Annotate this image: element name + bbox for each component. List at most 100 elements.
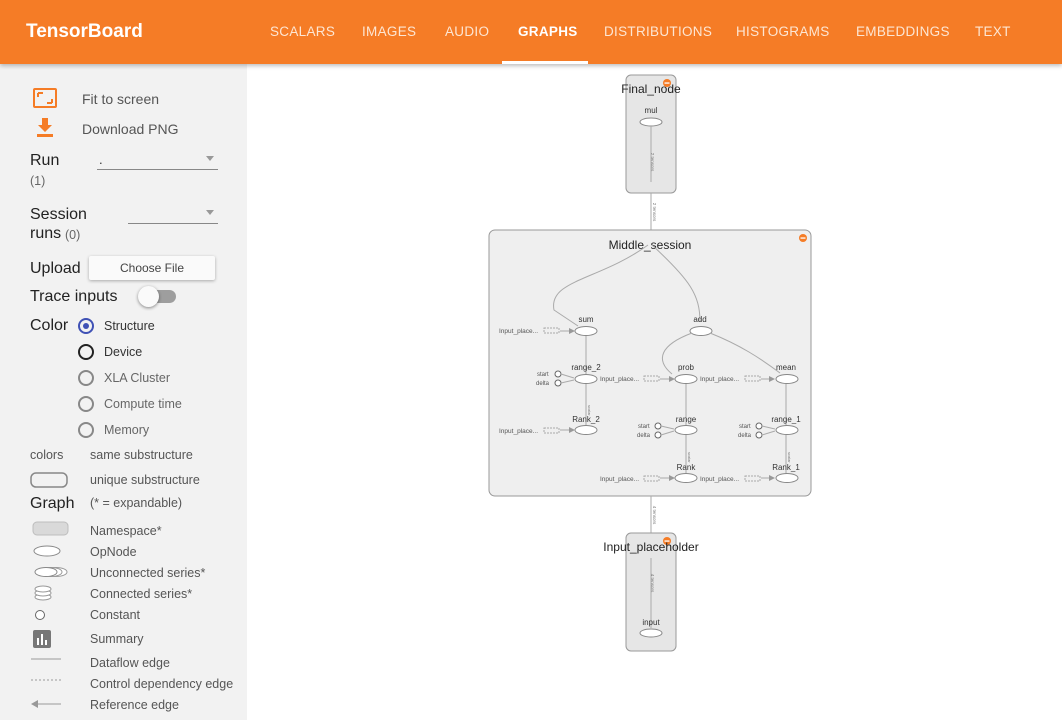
expandable-note: (* = expandable) bbox=[90, 496, 183, 510]
radio-device-label: Device bbox=[104, 345, 143, 359]
radio-compute-time[interactable] bbox=[78, 396, 94, 412]
range-label: range bbox=[676, 415, 697, 424]
rank2-input-stub: Input_place... bbox=[499, 428, 538, 435]
legend-constant: Constant bbox=[90, 608, 141, 622]
range2-delta-label: delta bbox=[536, 381, 550, 387]
chevron-down-icon bbox=[206, 210, 214, 215]
legend-summary: Summary bbox=[90, 632, 144, 646]
unconnected-series-icon bbox=[34, 567, 68, 577]
download-icon[interactable] bbox=[36, 118, 54, 138]
tab-embeddings[interactable]: EMBEDDINGS bbox=[856, 24, 950, 39]
radio-memory[interactable] bbox=[78, 422, 94, 438]
add-opnode[interactable] bbox=[689, 326, 713, 336]
fit-to-screen-button[interactable]: Fit to screen bbox=[82, 91, 159, 107]
rank-label: Rank bbox=[677, 463, 697, 472]
rank-input-stub: Input_place... bbox=[600, 476, 639, 483]
session-count: (0) bbox=[65, 228, 81, 242]
rank1-input-stub: Input_place... bbox=[700, 476, 739, 483]
input-label: input bbox=[642, 618, 660, 627]
scalar-edge-label-3: scalar bbox=[787, 452, 792, 463]
connected-series-icon bbox=[34, 585, 52, 601]
tab-images[interactable]: IMAGES bbox=[362, 24, 416, 39]
graph-svg[interactable]: Final_node mul 2 tensors 2 tensors Middl… bbox=[247, 64, 1062, 720]
rank-opnode[interactable] bbox=[674, 473, 698, 483]
top-bar: TensorBoard SCALARS IMAGES AUDIO GRAPHS … bbox=[0, 0, 1062, 64]
range1-opnode[interactable] bbox=[775, 425, 799, 435]
radio-device[interactable] bbox=[78, 344, 94, 360]
input-opnode[interactable] bbox=[639, 628, 663, 638]
mul-label: mul bbox=[645, 106, 658, 115]
trace-inputs-toggle-knob[interactable] bbox=[138, 286, 159, 307]
range-delta-label: delta bbox=[637, 433, 651, 439]
legend-dataflow-edge: Dataflow edge bbox=[90, 656, 170, 670]
download-png-button[interactable]: Download PNG bbox=[82, 121, 179, 137]
sidebar: Fit to screen Download PNG Run (1) . Ses… bbox=[0, 64, 247, 720]
tab-scalars[interactable]: SCALARS bbox=[270, 24, 335, 39]
mid-edge-label: 2 tensors bbox=[652, 203, 657, 222]
same-substructure-label: same substructure bbox=[90, 448, 193, 462]
unique-substructure-label: unique substructure bbox=[90, 473, 200, 487]
tab-graphs[interactable]: GRAPHS bbox=[518, 24, 578, 39]
middle-session-namespace[interactable]: Middle_session sum Input_place... add ra… bbox=[488, 229, 812, 497]
graph-legend-title: Graph bbox=[30, 495, 75, 512]
tab-distributions[interactable]: DISTRIBUTIONS bbox=[604, 24, 712, 39]
run-select[interactable]: . bbox=[97, 152, 218, 170]
prob-label: prob bbox=[678, 363, 695, 372]
bottom-edge-label: 4 tensors bbox=[652, 506, 657, 525]
range-opnode[interactable] bbox=[674, 425, 698, 435]
namespace-icon bbox=[32, 521, 69, 536]
radio-compute-time-label: Compute time bbox=[104, 397, 182, 411]
constant-delta bbox=[755, 431, 763, 439]
radio-structure[interactable] bbox=[78, 318, 94, 334]
range-start-label: start bbox=[638, 424, 650, 430]
tab-audio[interactable]: AUDIO bbox=[445, 24, 489, 39]
sum-opnode[interactable] bbox=[574, 326, 598, 336]
constant-delta bbox=[554, 379, 562, 387]
radio-xla-cluster[interactable] bbox=[78, 370, 94, 386]
session-select[interactable] bbox=[128, 206, 218, 224]
control-dependency-edge-icon bbox=[31, 679, 61, 681]
legend-connected-series: Connected series* bbox=[90, 587, 193, 601]
input-placeholder-namespace[interactable]: Input_placeholder 4 tensors input bbox=[603, 532, 699, 652]
final-node-namespace[interactable]: Final_node mul 2 tensors bbox=[621, 74, 681, 194]
range1-delta-label: delta bbox=[738, 433, 752, 439]
radio-memory-label: Memory bbox=[104, 423, 150, 437]
rank2-opnode[interactable] bbox=[574, 425, 598, 435]
range2-label: range_2 bbox=[571, 363, 601, 372]
constant-start bbox=[554, 370, 562, 378]
mean-opnode[interactable] bbox=[775, 374, 799, 384]
rank2-label: Rank_2 bbox=[572, 415, 600, 424]
mean-label: mean bbox=[776, 363, 796, 372]
tab-histograms[interactable]: HISTOGRAMS bbox=[736, 24, 830, 39]
middle-session-title: Middle_session bbox=[609, 238, 692, 252]
prob-opnode[interactable] bbox=[674, 374, 698, 384]
color-label: Color bbox=[30, 317, 69, 334]
mean-input-stub: Input_place... bbox=[700, 376, 739, 383]
radio-xla-cluster-label: XLA Cluster bbox=[104, 371, 171, 385]
session-runs-label: runs bbox=[30, 225, 62, 242]
range2-opnode[interactable] bbox=[574, 374, 598, 384]
active-tab-indicator bbox=[502, 61, 588, 64]
constant-delta bbox=[654, 431, 662, 439]
legend-opnode: OpNode bbox=[90, 545, 137, 559]
range1-label: range_1 bbox=[771, 415, 801, 424]
mul-opnode[interactable] bbox=[639, 117, 663, 127]
fit-screen-icon[interactable] bbox=[33, 88, 57, 108]
legend-control-dependency-edge: Control dependency edge bbox=[90, 677, 234, 691]
sum-label: sum bbox=[578, 315, 593, 324]
final-node-title: Final_node bbox=[621, 82, 681, 96]
choose-file-button[interactable]: Choose File bbox=[89, 256, 215, 280]
reference-edge-icon bbox=[31, 700, 61, 708]
dataflow-edge-icon bbox=[31, 658, 61, 660]
run-select-value: . bbox=[99, 152, 103, 167]
summary-icon bbox=[33, 630, 51, 648]
range2-start-label: start bbox=[537, 372, 549, 378]
add-label: add bbox=[693, 315, 706, 324]
rank1-opnode[interactable] bbox=[775, 473, 799, 483]
app-title: TensorBoard bbox=[26, 21, 143, 42]
scalar-edge-label-2: scalar bbox=[687, 452, 692, 463]
session-label: Session bbox=[30, 206, 87, 223]
tab-text[interactable]: TEXT bbox=[975, 24, 1011, 39]
prob-input-stub: Input_place... bbox=[600, 376, 639, 383]
graph-canvas[interactable]: Final_node mul 2 tensors 2 tensors Middl… bbox=[247, 64, 1062, 720]
